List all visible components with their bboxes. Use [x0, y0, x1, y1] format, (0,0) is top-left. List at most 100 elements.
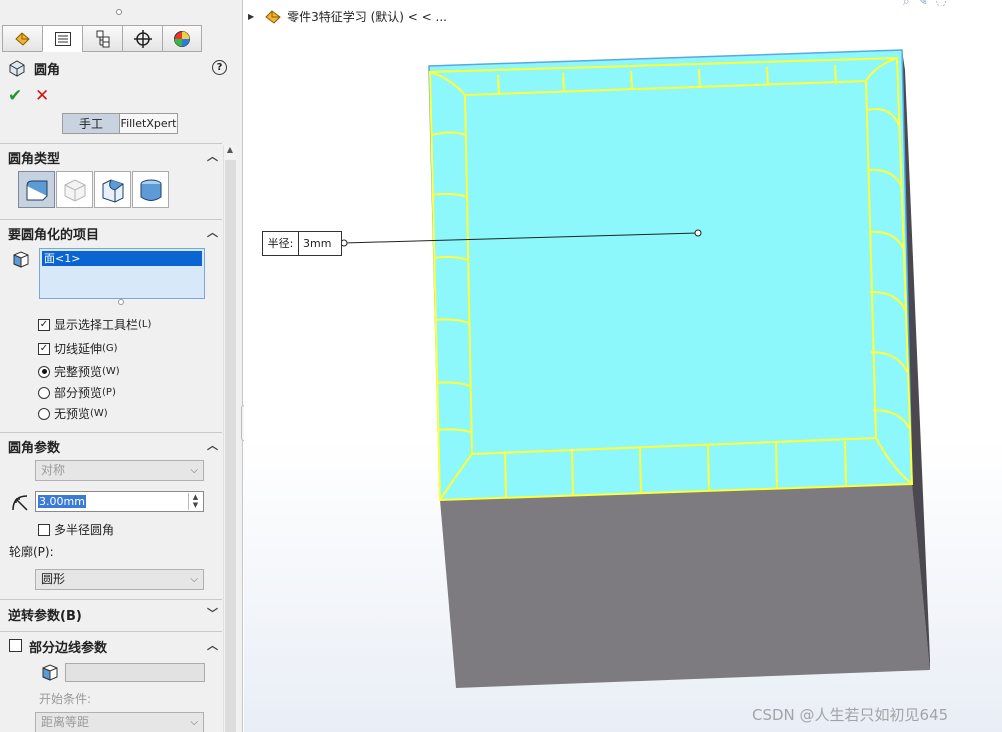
tab-dimxpert-manager[interactable]	[122, 25, 162, 52]
offset-type-value: 距离等距	[41, 715, 90, 729]
tab-configuration-manager[interactable]	[82, 25, 122, 52]
help-icon[interactable]: ?	[212, 60, 227, 75]
tab-feature-manager[interactable]	[2, 25, 42, 52]
tangent-propagation-checkbox[interactable]: ✓ 切线延伸 (G)	[38, 340, 118, 357]
full-preview-label: 完整预览	[54, 365, 103, 379]
face-fillet-icon	[102, 178, 123, 203]
scroll-up-arrow[interactable]: ▲	[223, 145, 237, 159]
radius-input[interactable]: 3.00mm ▲ ▼	[35, 491, 204, 512]
fillet-type-section-header[interactable]: 圆角类型 ︿	[8, 148, 218, 167]
tab-display-manager[interactable]	[162, 25, 202, 52]
manager-tabs	[2, 25, 202, 52]
shortcut-label: (W)	[90, 408, 108, 419]
partial-preview-radio[interactable]: 部分预览 (P)	[38, 384, 116, 401]
radio-dot[interactable]	[38, 407, 50, 420]
partial-edge-title: 部分边线参数	[29, 640, 108, 656]
setback-section-header[interactable]: 逆转参数(B) ﹀	[8, 605, 218, 624]
collapse-chevron-icon[interactable]: ︿	[207, 637, 218, 653]
multi-radius-checkbox[interactable]: 多半径圆角	[38, 521, 114, 538]
radius-dimension-callout[interactable]: 半径: 3mm	[262, 231, 342, 256]
panel-grip[interactable]	[116, 9, 122, 15]
display-manager-icon	[174, 30, 190, 47]
dimension-leader-end	[694, 229, 702, 237]
divider	[0, 432, 222, 433]
show-toolbar-checkbox[interactable]: ✓ 显示选择工具栏 (L)	[38, 316, 151, 333]
watermark-text: CSDN @人生若只如初见645	[752, 706, 949, 724]
edge-select-icon	[42, 664, 58, 681]
partial-edge-selection-field[interactable]	[65, 663, 205, 682]
divider	[0, 599, 222, 600]
feature-title-row: 圆角 ?	[8, 58, 233, 78]
radius-value[interactable]: 3.00mm	[38, 495, 86, 508]
collapse-chevron-icon[interactable]: ︿	[207, 437, 218, 453]
fillet-type-title: 圆角类型	[8, 151, 61, 167]
scroll-thumb[interactable]	[225, 160, 236, 732]
feature-tree-flyout[interactable]: ▶ 零件3特征学习 (默认) < < ...	[248, 8, 447, 25]
ok-check-icon[interactable]: ✔	[8, 86, 22, 106]
feature-title: 圆角	[34, 62, 61, 78]
selected-face-item[interactable]: 面<1>	[42, 251, 202, 266]
show-toolbar-label: 显示选择工具栏	[54, 318, 139, 332]
full-preview-radio[interactable]: 完整预览 (W)	[38, 363, 120, 380]
shortcut-label: (W)	[102, 366, 120, 377]
shortcut-label: (L)	[138, 319, 152, 330]
fillet-mode-toggle: 手工 FilletXpert	[62, 113, 178, 134]
params-title: 圆角参数	[8, 440, 61, 456]
checkbox-box[interactable]	[38, 523, 50, 536]
full-round-fillet-button[interactable]	[132, 171, 169, 208]
configuration-manager-icon	[96, 30, 109, 47]
partial-edge-section-header[interactable]: 部分边线参数 ︿	[29, 637, 218, 656]
face-fillet-button[interactable]	[94, 171, 131, 208]
profile-value: 圆形	[41, 572, 66, 586]
no-preview-label: 无预览	[54, 407, 91, 421]
selection-box-resize-grip[interactable]	[118, 299, 124, 305]
radio-dot[interactable]	[38, 365, 50, 378]
constant-fillet-icon	[26, 180, 47, 200]
fillet-feature-icon	[9, 60, 25, 77]
items-selection-box[interactable]: 面<1>	[39, 248, 205, 299]
view-toolbar-partial[interactable]: ⌕✎◌	[903, 0, 1002, 6]
filletxpert-mode-button[interactable]: FilletXpert	[120, 113, 178, 134]
checkbox-box[interactable]: ✓	[38, 318, 50, 331]
profile-select[interactable]: 圆形 ⌵	[35, 569, 204, 590]
tangent-label: 切线延伸	[54, 342, 103, 356]
offset-type-select[interactable]: 距离等距 ⌵	[35, 712, 204, 732]
model-front-face	[440, 484, 930, 688]
multi-radius-label: 多半径圆角	[54, 523, 115, 537]
property-manager-icon	[54, 31, 71, 46]
collapse-chevron-icon[interactable]: ︿	[207, 148, 218, 164]
items-section-header[interactable]: 要圆角化的项目 ︿	[8, 224, 218, 243]
radio-dot[interactable]	[38, 386, 50, 399]
fillet-method-select[interactable]: 对称 ⌵	[35, 460, 204, 481]
variable-fillet-icon	[64, 178, 85, 202]
cancel-x-icon[interactable]: ✕	[35, 86, 49, 106]
manual-mode-button[interactable]: 手工	[62, 113, 120, 134]
no-preview-radio[interactable]: 无预览 (W)	[38, 405, 108, 422]
items-title: 要圆角化的项目	[8, 227, 100, 243]
tab-property-manager[interactable]	[42, 25, 82, 52]
start-condition-label: 开始条件:	[39, 692, 92, 706]
fillet-method-value: 对称	[41, 463, 66, 477]
setback-title: 逆转参数(B)	[8, 608, 82, 624]
model-canvas[interactable]	[244, 0, 1002, 732]
profile-label: 轮廓(P):	[9, 545, 54, 559]
variable-size-fillet-button[interactable]	[56, 171, 93, 208]
crosshair-icon	[133, 29, 152, 48]
part-name[interactable]: 零件3特征学习 (默认) < < ...	[287, 8, 447, 25]
partial-edge-checkbox[interactable]	[9, 639, 22, 652]
divider	[0, 631, 222, 632]
shortcut-label: (P)	[102, 387, 116, 398]
dimension-value[interactable]: 3mm	[299, 237, 331, 250]
expand-chevron-icon[interactable]: ﹀	[207, 605, 218, 621]
expand-arrow-icon[interactable]: ▶	[248, 12, 254, 21]
radius-spinner[interactable]: ▲ ▼	[188, 493, 202, 510]
chevron-down-icon: ⌵	[190, 574, 198, 585]
checkbox-box[interactable]: ✓	[38, 342, 50, 355]
collapse-chevron-icon[interactable]: ︿	[207, 224, 218, 240]
model-top-face[interactable]	[428, 49, 913, 501]
constant-size-fillet-button[interactable]	[18, 171, 55, 208]
dimension-label: 半径:	[263, 232, 299, 255]
part-icon	[265, 9, 281, 24]
property-manager-panel: 圆角 ? ✔ ✕ 手工 FilletXpert ▲ 圆角类型 ︿ 要圆角化的项目…	[0, 0, 243, 732]
params-section-header[interactable]: 圆角参数 ︿	[8, 437, 218, 456]
